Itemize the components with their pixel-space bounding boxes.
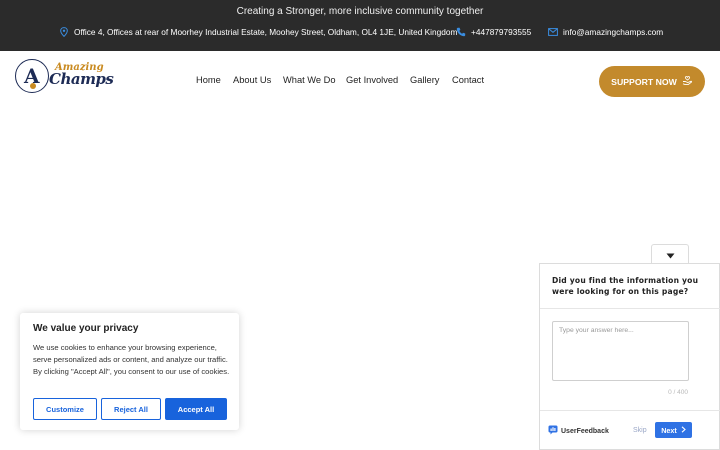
location-pin-icon: [59, 26, 69, 37]
support-now-label: SUPPORT NOW: [611, 76, 677, 87]
tagline: Creating a Stronger, more inclusive comm…: [236, 6, 484, 17]
address-item: Office 4, Offices at rear of Moorhey Ind…: [59, 26, 457, 37]
accept-all-button[interactable]: Accept All: [165, 398, 227, 420]
medal-icon: [30, 83, 36, 89]
feedback-panel: Did you find the information you were lo…: [539, 263, 720, 450]
phone-text[interactable]: +447879793555: [471, 27, 531, 37]
feedback-next-button[interactable]: Next: [655, 422, 692, 438]
phone-icon: [456, 26, 466, 37]
email-text[interactable]: info@amazingchamps.com: [563, 27, 663, 37]
cookie-consent-banner: We value your privacy We use cookies to …: [20, 313, 239, 430]
nav-about-us[interactable]: About Us: [233, 75, 271, 85]
nav-gallery[interactable]: Gallery: [410, 75, 439, 85]
cookie-title: We value your privacy: [33, 323, 139, 334]
page: Creating a Stronger, more inclusive comm…: [0, 0, 720, 450]
envelope-icon: [548, 26, 558, 37]
feedback-skip-button[interactable]: Skip: [633, 427, 647, 434]
chevron-right-icon: [681, 425, 686, 435]
feedback-collapse-toggle[interactable]: [651, 244, 689, 264]
logo-bottom-word: Champs: [49, 70, 114, 88]
hand-heart-icon: [682, 75, 693, 88]
cookie-text: We use cookies to enhance your browsing …: [33, 343, 230, 376]
nav-get-involved[interactable]: Get Involved: [346, 75, 398, 85]
feedback-answer-input[interactable]: [552, 321, 689, 381]
phone-item[interactable]: +447879793555: [456, 26, 531, 37]
userfeedback-brand-label: UserFeedback: [561, 427, 609, 435]
userfeedback-brand[interactable]: UserFeedback: [548, 425, 609, 437]
userfeedback-logo-icon: [548, 425, 558, 437]
site-logo[interactable]: A Amazing Champs: [15, 59, 114, 96]
customize-button[interactable]: Customize: [33, 398, 97, 420]
caret-down-icon: [666, 246, 675, 264]
feedback-divider: [540, 308, 720, 309]
feedback-question: Did you find the information you were lo…: [552, 276, 699, 296]
feedback-footer-divider: [540, 410, 720, 411]
support-now-button[interactable]: SUPPORT NOW: [599, 66, 705, 97]
feedback-next-label: Next: [661, 425, 677, 435]
address-text: Office 4, Offices at rear of Moorhey Ind…: [74, 26, 458, 37]
contact-row: Office 4, Offices at rear of Moorhey Ind…: [0, 26, 720, 38]
nav-what-we-do[interactable]: What We Do: [283, 75, 336, 85]
feedback-char-count: 0 / 400: [668, 389, 688, 396]
logo-emblem: A: [15, 59, 49, 93]
email-item[interactable]: info@amazingchamps.com: [548, 26, 663, 37]
reject-all-button[interactable]: Reject All: [101, 398, 161, 420]
nav-home[interactable]: Home: [196, 75, 221, 85]
nav-contact[interactable]: Contact: [452, 75, 484, 85]
top-bar: Creating a Stronger, more inclusive comm…: [0, 0, 720, 51]
